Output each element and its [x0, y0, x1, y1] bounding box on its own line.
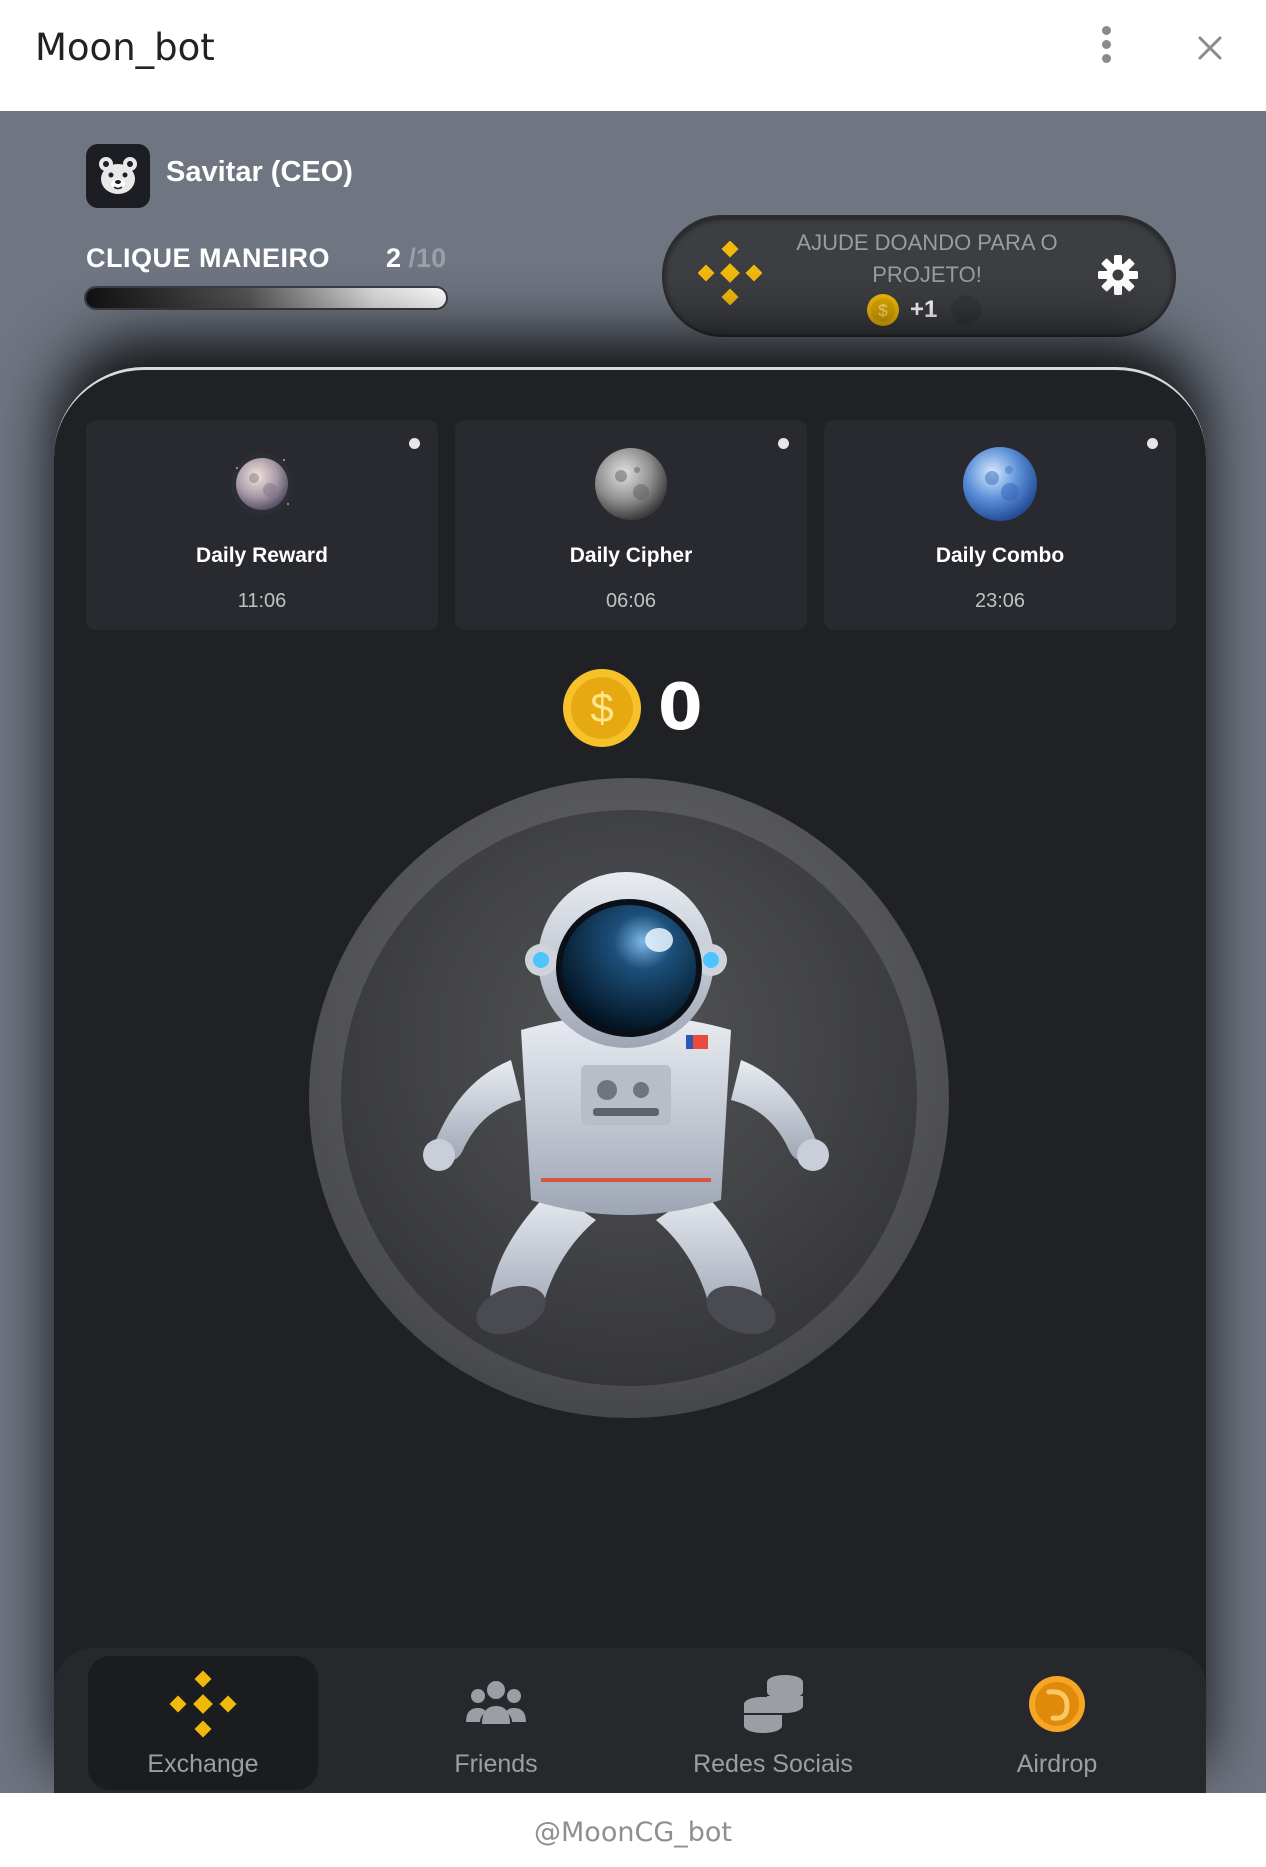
footer: @MoonCG_bot	[0, 1793, 1266, 1867]
level-current: 2	[386, 243, 402, 273]
gear-icon[interactable]	[1096, 253, 1140, 297]
close-icon[interactable]	[1190, 28, 1230, 68]
nav-friends-label: Friends	[454, 1750, 538, 1778]
svg-text:$: $	[878, 301, 888, 320]
donate-banner[interactable]: AJUDE DOANDO PARA O PROJETO! $ +1	[662, 215, 1176, 337]
nav-redes-sociais-label: Redes Sociais	[693, 1750, 853, 1778]
daily-reward-time: 11:06	[237, 590, 287, 612]
nav-friends[interactable]: Friends	[381, 1656, 611, 1790]
airdrop-coin-icon	[1029, 1676, 1085, 1732]
daily-cipher-time: 06:06	[605, 590, 657, 612]
nav-redes-sociais[interactable]: Redes Sociais	[658, 1656, 888, 1790]
coins-stack-icon	[744, 1675, 803, 1733]
balance: $ 0	[562, 668, 703, 748]
astronaut-icon	[423, 872, 829, 1335]
notification-dot	[409, 438, 420, 449]
coin-icon: $	[867, 294, 899, 326]
main-panel: Daily Reward 11:06 Daily Cipher 06:06 Da…	[54, 367, 1206, 1796]
mini-app: Savitar (CEO) CLIQUE MANEIRO 2 /10 AJUDE…	[0, 111, 1266, 1796]
moon-cipher-icon	[595, 448, 667, 520]
bottom-nav: Exchange Friends Redes Sociais Airdrop	[54, 1648, 1206, 1796]
reward-amount: +1	[910, 296, 938, 323]
daily-reward-label: Daily Reward	[196, 544, 328, 567]
binance-icon	[169, 1670, 237, 1738]
daily-cipher-label: Daily Cipher	[569, 544, 693, 567]
notification-dot	[778, 438, 789, 449]
daily-combo-label: Daily Combo	[935, 544, 1065, 567]
binance-icon	[698, 241, 762, 305]
window-title: Moon_bot	[35, 26, 215, 69]
bot-handle[interactable]: @MoonCG_bot	[0, 1817, 1266, 1848]
daily-cipher-card[interactable]: Daily Cipher 06:06	[455, 420, 807, 630]
nav-exchange-label: Exchange	[147, 1750, 259, 1778]
level-name: CLIQUE MANEIRO	[86, 243, 331, 273]
avatar[interactable]	[86, 144, 150, 208]
daily-reward-card[interactable]: Daily Reward 11:06	[86, 420, 438, 630]
donate-reward: $ +1	[866, 293, 982, 327]
level-progress-bar	[86, 288, 446, 308]
nav-airdrop-label: Airdrop	[1016, 1750, 1098, 1778]
user-name: Savitar (CEO)	[166, 156, 353, 188]
friends-icon	[466, 1681, 526, 1724]
title-bar: Moon_bot	[0, 0, 1266, 111]
coin-icon: $	[563, 669, 641, 747]
more-menu-icon[interactable]	[1092, 26, 1120, 70]
nav-airdrop[interactable]: Airdrop	[942, 1656, 1172, 1790]
nav-exchange[interactable]: Exchange	[88, 1656, 318, 1790]
level-count: 2 /10	[386, 243, 446, 274]
donate-text: AJUDE DOANDO PARA O PROJETO!	[796, 230, 1058, 287]
moon-combo-icon	[963, 447, 1037, 521]
daily-combo-card[interactable]: Daily Combo 23:06	[824, 420, 1176, 630]
daily-combo-time: 23:06	[974, 590, 1026, 612]
tap-button-inner	[341, 810, 917, 1386]
svg-text:$: $	[590, 684, 613, 731]
moon-reward-icon	[231, 453, 293, 515]
daily-cards: Daily Reward 11:06 Daily Cipher 06:06 Da…	[86, 420, 1176, 630]
bear-icon	[99, 157, 137, 194]
tap-button[interactable]	[309, 778, 949, 1418]
notification-dot	[1147, 438, 1158, 449]
balance-value: 0	[658, 671, 703, 745]
reward-placeholder	[951, 295, 982, 325]
level-max: /10	[408, 243, 447, 273]
